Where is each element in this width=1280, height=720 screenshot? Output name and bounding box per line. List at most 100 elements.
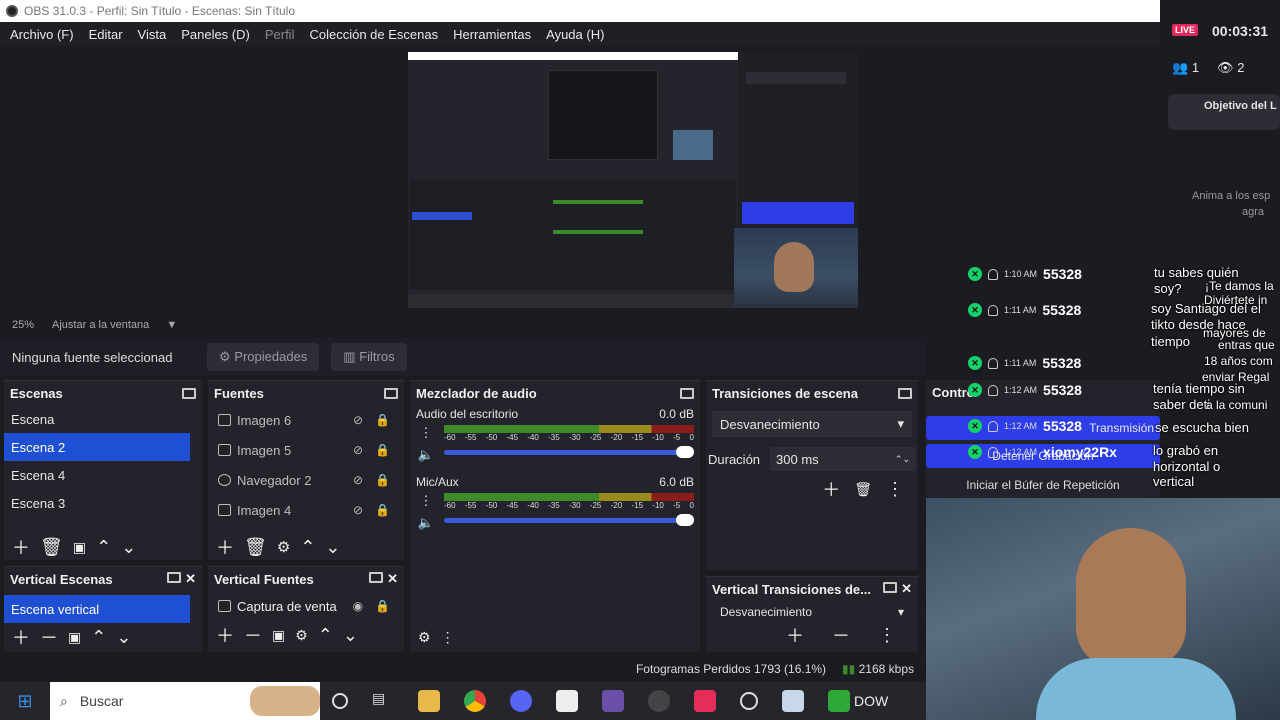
undock-icon[interactable]: [182, 387, 196, 399]
obs-icon[interactable]: [648, 690, 670, 712]
move-down-icon[interactable]: ⌄: [121, 537, 136, 558]
menu-archivo[interactable]: Archivo (F): [10, 27, 74, 42]
slider-knob[interactable]: [676, 446, 694, 458]
scene-filter-icon[interactable]: ▣: [73, 539, 86, 556]
app-icon[interactable]: [602, 690, 624, 712]
scene-item[interactable]: Escena: [4, 405, 190, 433]
taskbar-search[interactable]: ⌕ Buscar: [50, 682, 320, 720]
advanced-audio-gear-icon[interactable]: ⚙: [418, 629, 431, 646]
undock-icon[interactable]: [369, 572, 384, 583]
replay-buffer-button[interactable]: Iniciar el Búfer de Repetición: [926, 478, 1160, 492]
obs-studio-icon[interactable]: [740, 692, 758, 710]
trash-icon[interactable]: 🗑: [854, 481, 872, 498]
remove-button[interactable]: －: [832, 622, 850, 648]
add-button[interactable]: ＋: [216, 622, 234, 648]
task-view-icon[interactable]: ▤: [372, 690, 394, 712]
discord-icon[interactable]: [510, 690, 532, 712]
zoom-fit-select[interactable]: Ajustar a la ventana ▼: [52, 319, 177, 331]
move-down-icon[interactable]: ⌄: [325, 537, 340, 558]
transition-select[interactable]: Desvanecimiento ▾: [712, 411, 912, 437]
menu-dots-icon[interactable]: ⋮: [420, 425, 433, 441]
remove-button[interactable]: －: [244, 622, 262, 648]
windows-start-icon[interactable]: ⊞: [0, 682, 50, 720]
menu-dots-icon[interactable]: ⋮: [441, 629, 455, 646]
scene-item-selected[interactable]: Escena 2: [4, 433, 190, 461]
trash-icon[interactable]: 🗑: [244, 537, 267, 558]
scene-item[interactable]: Escena 4: [4, 461, 190, 489]
close-icon[interactable]: ✕: [901, 581, 912, 596]
filter-icon[interactable]: ▣: [272, 627, 285, 644]
slider-knob[interactable]: [676, 514, 694, 526]
undock-icon[interactable]: [384, 387, 398, 399]
obs-logo-icon: [6, 5, 18, 17]
cortana-icon[interactable]: [332, 693, 348, 709]
tiktok-icon[interactable]: [694, 690, 716, 712]
menu-herramientas[interactable]: Herramientas: [453, 27, 531, 42]
source-item[interactable]: Navegador 2 ⊘ 🔒: [208, 465, 404, 495]
add-button[interactable]: ＋: [786, 622, 804, 648]
move-up-icon[interactable]: ⌃: [91, 627, 106, 648]
app-window-icon[interactable]: [782, 690, 804, 712]
lock-icon[interactable]: 🔒: [375, 599, 390, 613]
trash-icon[interactable]: 🗑: [40, 537, 63, 558]
move-up-icon[interactable]: ⌃: [318, 625, 333, 646]
undock-icon[interactable]: [167, 572, 182, 583]
vsource-item[interactable]: Captura de venta ◉ 🔒: [208, 591, 404, 621]
filter-icon[interactable]: ▣: [68, 629, 81, 646]
source-item[interactable]: Imagen 6 ⊘ 🔒: [208, 405, 404, 435]
filters-button[interactable]: ▥ Filtros: [331, 343, 407, 371]
duration-spinbox[interactable]: 300 ms ⌃⌄: [770, 447, 916, 471]
lock-icon[interactable]: 🔒: [375, 503, 390, 517]
menu-paneles[interactable]: Paneles (D): [181, 27, 250, 42]
speaker-icon[interactable]: 🔈: [418, 515, 434, 531]
menu-dots-icon[interactable]: ⋮: [878, 625, 896, 646]
gear-icon[interactable]: ⚙: [295, 627, 308, 644]
vscene-item[interactable]: Escena vertical: [4, 595, 190, 623]
add-source-button[interactable]: ＋: [216, 534, 234, 560]
hidden-eye-icon[interactable]: ⊘: [353, 443, 363, 457]
goal-card[interactable]: Objetivo del L: [1168, 94, 1280, 130]
scene-item[interactable]: Escena 3: [4, 489, 190, 517]
capcut-icon[interactable]: [556, 690, 578, 712]
menu-vista[interactable]: Vista: [138, 27, 167, 42]
menu-perfil[interactable]: Perfil: [265, 27, 295, 42]
add-transition-button[interactable]: ＋: [822, 476, 840, 502]
move-down-icon[interactable]: ⌄: [343, 625, 358, 646]
preview-canvas[interactable]: [408, 52, 858, 308]
menu-dots-icon[interactable]: ⋮: [420, 493, 433, 509]
hidden-eye-icon[interactable]: ⊘: [353, 503, 363, 517]
volume-slider[interactable]: [444, 446, 694, 458]
remove-button[interactable]: －: [40, 624, 58, 650]
image-icon: [218, 504, 231, 516]
download-icon[interactable]: [828, 690, 850, 712]
menu-dots-icon[interactable]: ⋮: [886, 479, 904, 500]
source-item[interactable]: Imagen 4 ⊘ 🔒: [208, 495, 404, 525]
vtransition-select[interactable]: Desvanecimiento ▾: [712, 605, 912, 619]
lock-icon[interactable]: 🔒: [375, 473, 390, 487]
add-scene-button[interactable]: ＋: [12, 534, 30, 560]
move-down-icon[interactable]: ⌄: [116, 627, 131, 648]
chrome-icon[interactable]: [464, 690, 486, 712]
gear-icon[interactable]: ⚙: [277, 538, 290, 556]
hidden-eye-icon[interactable]: ⊘: [353, 473, 363, 487]
add-button[interactable]: ＋: [12, 624, 30, 650]
undock-icon[interactable]: [883, 582, 898, 593]
undock-icon[interactable]: [898, 387, 912, 399]
close-icon[interactable]: ✕: [387, 571, 398, 586]
file-explorer-icon[interactable]: [418, 690, 440, 712]
menu-editar[interactable]: Editar: [89, 27, 123, 42]
eye-icon[interactable]: ◉: [353, 599, 363, 613]
undock-icon[interactable]: [680, 387, 694, 399]
properties-button[interactable]: ⚙ Propiedades: [207, 343, 320, 371]
lock-icon[interactable]: 🔒: [375, 443, 390, 457]
menu-ayuda[interactable]: Ayuda (H): [546, 27, 604, 42]
lock-icon[interactable]: 🔒: [375, 413, 390, 427]
hidden-eye-icon[interactable]: ⊘: [353, 413, 363, 427]
move-up-icon[interactable]: ⌃: [96, 537, 111, 558]
menu-coleccion[interactable]: Colección de Escenas: [309, 27, 438, 42]
volume-slider[interactable]: [444, 514, 694, 526]
move-up-icon[interactable]: ⌃: [300, 537, 315, 558]
speaker-icon[interactable]: 🔈: [418, 447, 434, 463]
source-item[interactable]: Imagen 5 ⊘ 🔒: [208, 435, 404, 465]
close-icon[interactable]: ✕: [185, 571, 196, 586]
